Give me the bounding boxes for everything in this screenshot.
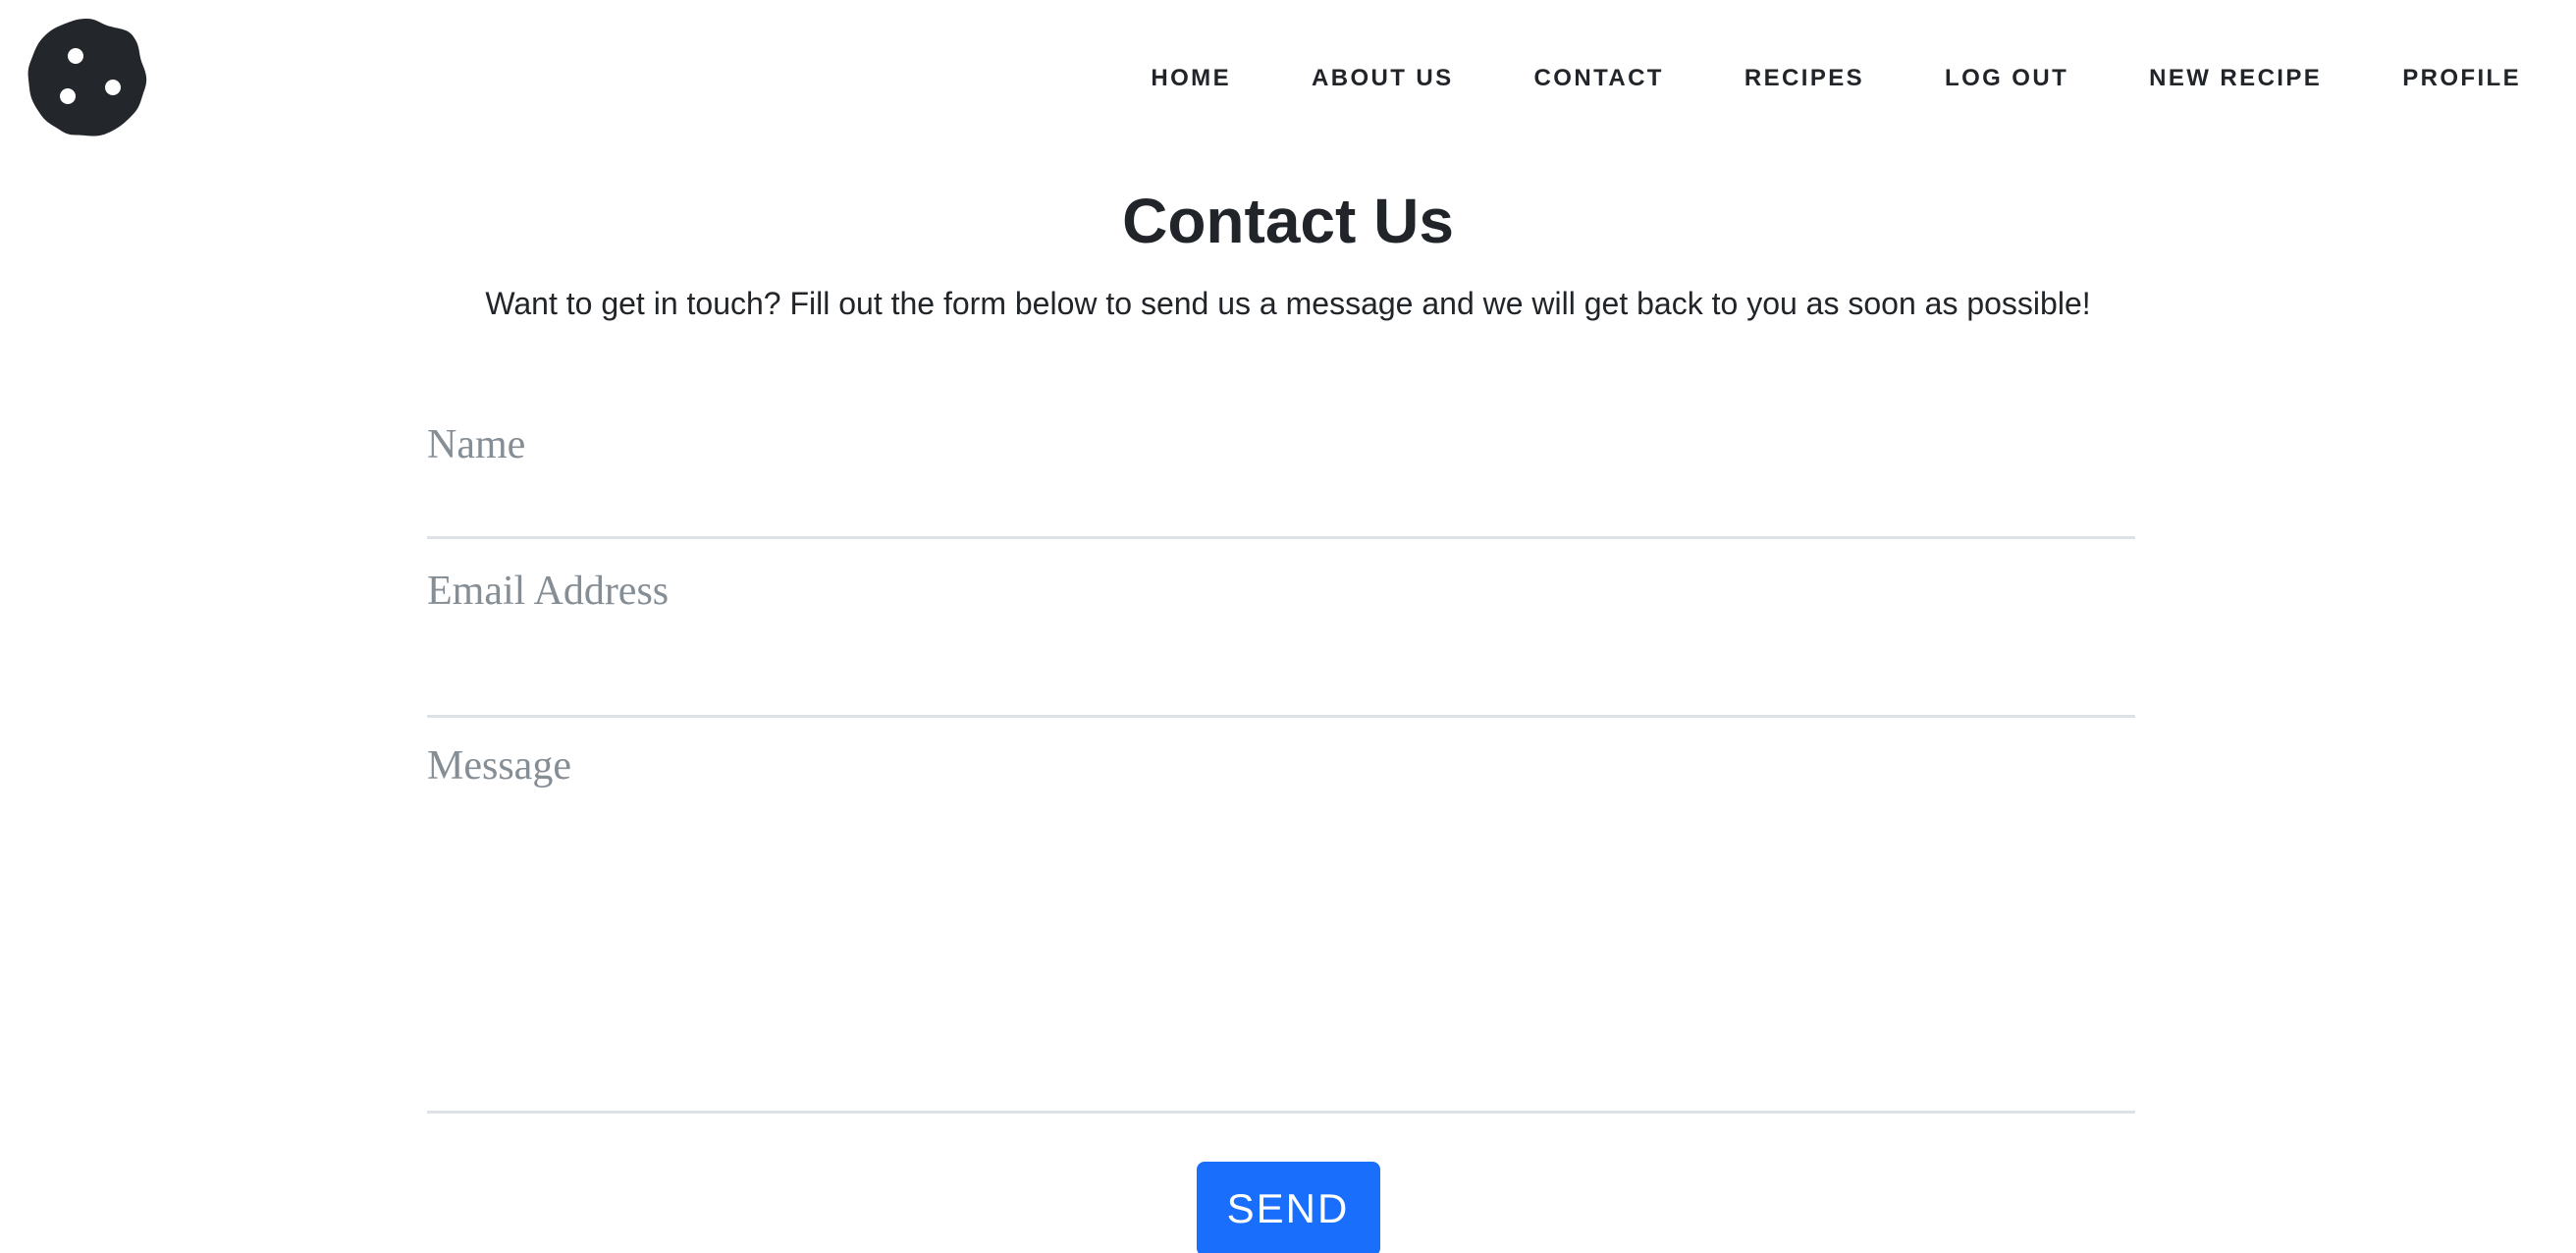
- nav-log-out[interactable]: LOG OUT: [1945, 63, 2068, 94]
- nav-recipes[interactable]: RECIPES: [1744, 63, 1864, 94]
- nav-profile[interactable]: PROFILE: [2402, 63, 2521, 94]
- cookie-icon[interactable]: [27, 17, 148, 138]
- page-subtitle: Want to get in touch? Fill out the form …: [485, 286, 2091, 321]
- nav-home[interactable]: HOME: [1151, 63, 1231, 94]
- email-field-group: [427, 539, 2135, 718]
- message-textarea[interactable]: [427, 741, 2135, 1075]
- name-field-group: [427, 393, 2135, 539]
- name-input[interactable]: [427, 420, 2135, 469]
- send-button-wrapper: SEND: [0, 1162, 2576, 1253]
- message-field-group: [427, 718, 2135, 1114]
- nav-about-us[interactable]: ABOUT US: [1312, 63, 1454, 94]
- nav-contact[interactable]: CONTACT: [1534, 63, 1664, 94]
- main-nav: HOME ABOUT US CONTACT RECIPES LOG OUT NE…: [1151, 63, 2521, 94]
- contact-form: [427, 393, 2135, 1114]
- page-title: Contact Us: [1122, 186, 1454, 256]
- email-input[interactable]: [427, 567, 2135, 616]
- nav-new-recipe[interactable]: NEW RECIPE: [2149, 63, 2322, 94]
- send-button[interactable]: SEND: [1196, 1162, 1380, 1253]
- contact-page: HOME ABOUT US CONTACT RECIPES LOG OUT NE…: [0, 0, 2576, 1253]
